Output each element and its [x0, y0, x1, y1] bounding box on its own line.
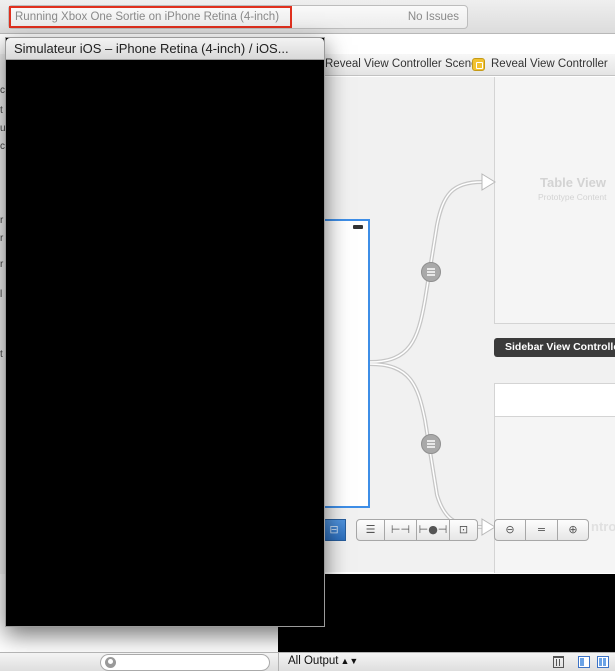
navigator-glyph: t: [0, 105, 3, 116]
jump-bar: Reveal View Controller Scene › Reveal Vi…: [320, 54, 615, 76]
filter-search-field[interactable]: [100, 654, 270, 671]
ios-simulator-window[interactable]: Simulateur iOS – iPhone Retina (4-inch) …: [5, 37, 325, 627]
table-view-subtitle: Prototype Content: [538, 192, 607, 202]
simulator-screen[interactable]: [6, 60, 324, 626]
output-filter-label: All Output: [288, 655, 339, 667]
zoom-actual-icon: =: [536, 523, 547, 536]
simulator-titlebar[interactable]: Simulateur iOS – iPhone Retina (4-inch) …: [6, 38, 324, 60]
pin-button[interactable]: ⊢⊣: [384, 519, 417, 541]
divider: [278, 653, 279, 671]
output-filter-select[interactable]: All Output ▲▼: [288, 655, 358, 667]
activity-viewer[interactable]: Running Xbox One Sortie on iPhone Retina…: [8, 5, 468, 29]
resolve-button[interactable]: ⊢●⊣: [416, 519, 450, 541]
table-view-title: Table View: [540, 175, 606, 190]
issues-label[interactable]: No Issues: [408, 6, 459, 28]
show-variables-icon[interactable]: [578, 656, 590, 668]
navigation-bar: [495, 384, 615, 417]
breadcrumb-controller[interactable]: Reveal View Controller: [491, 58, 608, 70]
zoom-in-icon: ⊕: [568, 523, 578, 536]
simulator-title: Simulateur iOS – iPhone Retina (4-inch) …: [14, 41, 289, 56]
activity-status-text: Running Xbox One Sortie on iPhone Retina…: [9, 6, 292, 28]
navigator-glyph: t: [0, 349, 3, 360]
view-controller-icon: [472, 58, 485, 71]
segue-node-icon[interactable]: [421, 262, 441, 282]
chevron-up-down-icon: ▲▼: [340, 656, 359, 666]
filter-icon: [105, 657, 116, 668]
reveal-view-controller-scene[interactable]: [320, 219, 370, 508]
align-button[interactable]: ⊟: [322, 519, 346, 541]
canvas-controls: ⊟ ☰ ⊢⊣ ⊢●⊣ ⊡ ⊖ = ⊕: [322, 519, 614, 541]
segue-node-icon[interactable]: [421, 434, 441, 454]
resize-icon: ⊡: [458, 523, 469, 536]
chevron-right-icon: ›: [461, 57, 465, 69]
navigator-glyph: l: [0, 289, 3, 300]
debug-bottom-bar: All Output ▲▼: [0, 652, 615, 671]
zoom-out-icon: ⊖: [505, 523, 515, 536]
navigator-glyph: r: [0, 259, 4, 270]
breadcrumb-scene[interactable]: Reveal View Controller Scene: [325, 58, 478, 70]
console-output-area[interactable]: [278, 574, 615, 654]
zoom-out-button[interactable]: ⊖: [494, 519, 526, 541]
navigator-glyph: r: [0, 215, 4, 226]
resize-button[interactable]: ⊡: [449, 519, 478, 541]
sidebar-scene-label[interactable]: Sidebar View Controller: [494, 338, 615, 357]
align-icon: ⊟: [329, 523, 339, 536]
split-view-icon[interactable]: [597, 656, 609, 668]
trash-icon[interactable]: [553, 656, 564, 668]
table-view-scene[interactable]: Table View Prototype Content: [494, 77, 615, 324]
xcode-toolbar: Running Xbox One Sortie on iPhone Retina…: [0, 0, 615, 34]
resolve-icon: ⊢●⊣: [418, 523, 448, 536]
battery-icon: [353, 225, 363, 229]
align-left-button[interactable]: ☰: [356, 519, 385, 541]
navigator-glyph: r: [0, 233, 4, 244]
zoom-in-button[interactable]: ⊕: [557, 519, 589, 541]
align-left-icon: ☰: [365, 523, 376, 536]
pin-icon: ⊢⊣: [390, 523, 411, 536]
zoom-actual-button[interactable]: =: [525, 519, 558, 541]
front-view-scene[interactable]: ntro: [494, 383, 615, 573]
